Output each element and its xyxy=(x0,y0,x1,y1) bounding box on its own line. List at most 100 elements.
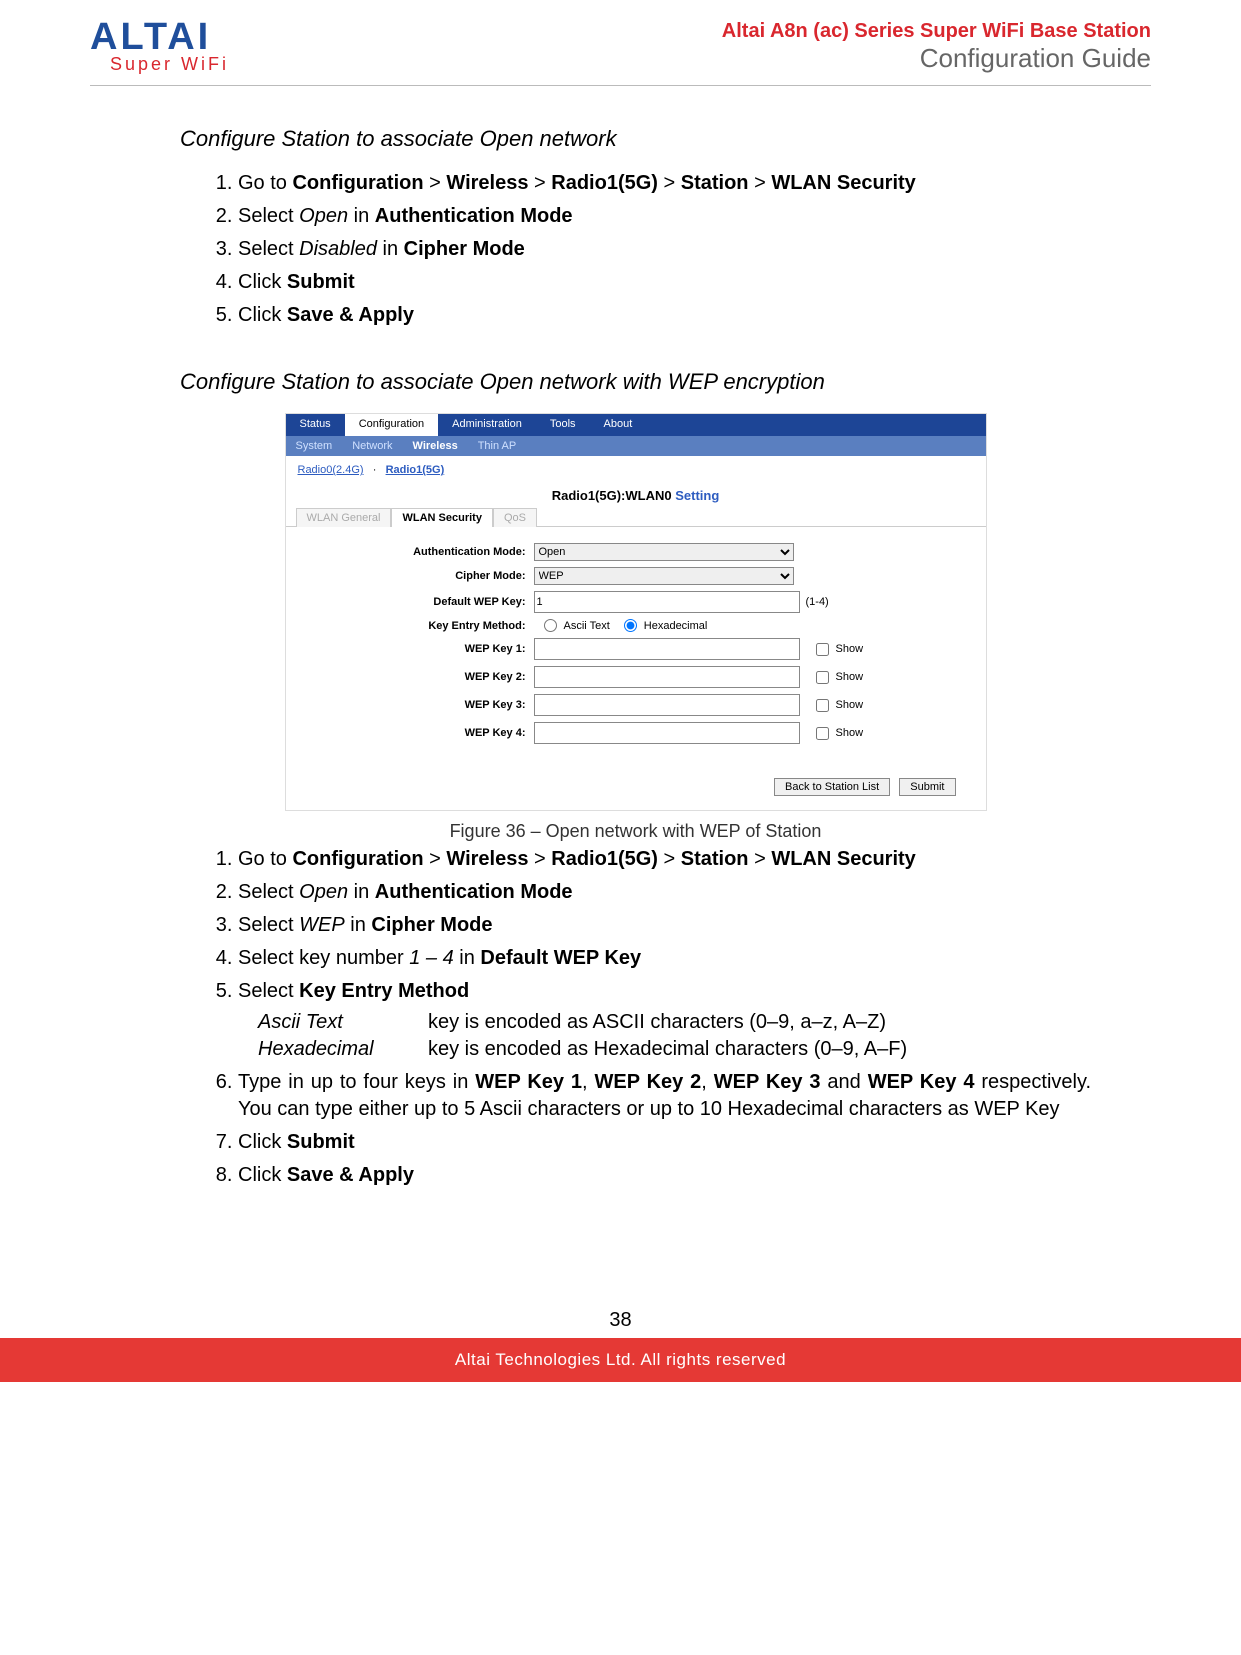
text: Go to xyxy=(238,848,292,870)
value: 1 – 4 xyxy=(409,947,453,969)
text: Select xyxy=(238,914,299,936)
field: Authentication Mode xyxy=(375,205,573,227)
tab-administration[interactable]: Administration xyxy=(438,414,536,436)
path-part: WLAN Security xyxy=(771,172,915,194)
radio1-link[interactable]: Radio1(5G) xyxy=(386,464,445,476)
text: Go to xyxy=(238,172,292,194)
path-part: Wireless xyxy=(446,172,528,194)
wep-key2-input[interactable] xyxy=(534,666,800,688)
hexadecimal-radio[interactable] xyxy=(624,619,637,632)
path-part: Radio1(5G) xyxy=(551,848,658,870)
text: Select xyxy=(238,980,299,1002)
subtab-wireless[interactable]: Wireless xyxy=(403,436,468,456)
text: Type in up to four keys in xyxy=(238,1071,475,1093)
radio-links: Radio0(2.4G) · Radio1(5G) xyxy=(286,456,986,484)
wep-key1-label: WEP Key 1: xyxy=(346,643,534,655)
step: Select Disabled in Cipher Mode xyxy=(238,236,1091,263)
path-part: Station xyxy=(681,848,749,870)
text: > xyxy=(424,172,447,194)
default-wep-key-hint: (1-4) xyxy=(806,596,829,608)
wep-key3-input[interactable] xyxy=(534,694,800,716)
wep-key4-input[interactable] xyxy=(534,722,800,744)
step: Go to Configuration > Wireless > Radio1(… xyxy=(238,846,1091,873)
logo-sub: Super WiFi xyxy=(90,54,229,75)
path-part: Configuration xyxy=(292,848,423,870)
button-ref: Submit xyxy=(287,271,355,293)
default-wep-key-label: Default WEP Key: xyxy=(346,596,534,608)
text: Select xyxy=(238,205,299,227)
button-ref: Save & Apply xyxy=(287,1164,414,1186)
step: Click Save & Apply xyxy=(238,1162,1091,1189)
back-to-station-list-button[interactable]: Back to Station List xyxy=(774,778,890,796)
tab-qos[interactable]: QoS xyxy=(493,508,537,527)
text: Select xyxy=(238,238,299,260)
text: > xyxy=(528,172,551,194)
form: Authentication Mode: Open Cipher Mode: W… xyxy=(286,527,986,770)
section2-heading: Configure Station to associate Open netw… xyxy=(180,369,1091,395)
text: > xyxy=(658,848,681,870)
step: Select WEP in Cipher Mode xyxy=(238,912,1091,939)
button-ref: Save & Apply xyxy=(287,304,414,326)
main-tabs: Status Configuration Administration Tool… xyxy=(286,414,986,436)
field: WEP Key 3 xyxy=(714,1071,821,1093)
text: in xyxy=(348,205,375,227)
text: and xyxy=(821,1071,868,1093)
path-part: Station xyxy=(681,172,749,194)
section1-steps: Go to Configuration > Wireless > Radio1(… xyxy=(180,170,1091,329)
logo: ALTAI Super WiFi xyxy=(90,20,229,75)
step: Select Open in Authentication Mode xyxy=(238,879,1091,906)
page-header: ALTAI Super WiFi Altai A8n (ac) Series S… xyxy=(90,20,1151,86)
cipher-mode-select[interactable]: WEP xyxy=(534,567,794,585)
tab-wlan-general[interactable]: WLAN General xyxy=(296,508,392,527)
desc: key is encoded as ASCII characters (0–9,… xyxy=(428,1009,886,1036)
wep-key3-show-checkbox[interactable] xyxy=(816,699,829,712)
path-part: WLAN Security xyxy=(771,848,915,870)
text: in xyxy=(348,881,375,903)
auth-mode-select[interactable]: Open xyxy=(534,543,794,561)
tab-wlan-security[interactable]: WLAN Security xyxy=(391,508,492,527)
value: Open xyxy=(299,205,348,227)
text: Click xyxy=(238,1164,287,1186)
title-part2: Setting xyxy=(672,488,720,503)
subtab-system[interactable]: System xyxy=(286,436,343,456)
button-ref: Submit xyxy=(287,1131,355,1153)
field: Key Entry Method xyxy=(299,980,469,1002)
ascii-text-radio[interactable] xyxy=(544,619,557,632)
text: Click xyxy=(238,304,287,326)
text: > xyxy=(658,172,681,194)
text: > xyxy=(749,848,772,870)
submit-button[interactable]: Submit xyxy=(899,778,955,796)
text: > xyxy=(528,848,551,870)
wep-key1-input[interactable] xyxy=(534,638,800,660)
auth-mode-label: Authentication Mode: xyxy=(346,546,534,558)
wep-key2-show-checkbox[interactable] xyxy=(816,671,829,684)
text: Click xyxy=(238,271,287,293)
show-label: Show xyxy=(836,727,864,739)
step: Select key number 1 – 4 in Default WEP K… xyxy=(238,945,1091,972)
wep-key4-show-checkbox[interactable] xyxy=(816,727,829,740)
radio0-link[interactable]: Radio0(2.4G) xyxy=(298,464,364,476)
hexadecimal-label: Hexadecimal xyxy=(644,620,708,632)
tab-about[interactable]: About xyxy=(590,414,647,436)
tab-tools[interactable]: Tools xyxy=(536,414,590,436)
value: Open xyxy=(299,881,348,903)
tab-configuration[interactable]: Configuration xyxy=(345,414,438,436)
tab-status[interactable]: Status xyxy=(286,414,345,436)
wep-key1-show-checkbox[interactable] xyxy=(816,643,829,656)
field: WEP Key 1 xyxy=(475,1071,582,1093)
sub-tabs: System Network Wireless Thin AP xyxy=(286,436,986,456)
default-wep-key-input[interactable] xyxy=(534,591,800,613)
text: > xyxy=(424,848,447,870)
wep-key2-label: WEP Key 2: xyxy=(346,671,534,683)
page-number: 38 xyxy=(0,1309,1241,1338)
desc: key is encoded as Hexadecimal characters… xyxy=(428,1036,907,1063)
subtab-thinap[interactable]: Thin AP xyxy=(468,436,527,456)
inner-tabs: WLAN General WLAN Security QoS xyxy=(286,507,986,527)
show-label: Show xyxy=(836,699,864,711)
value: WEP xyxy=(299,914,345,936)
section1-heading: Configure Station to associate Open netw… xyxy=(180,126,1091,152)
field: Default WEP Key xyxy=(480,947,641,969)
logo-main: ALTAI xyxy=(90,20,229,54)
subtab-network[interactable]: Network xyxy=(342,436,402,456)
figure-caption: Figure 36 – Open network with WEP of Sta… xyxy=(180,821,1091,842)
